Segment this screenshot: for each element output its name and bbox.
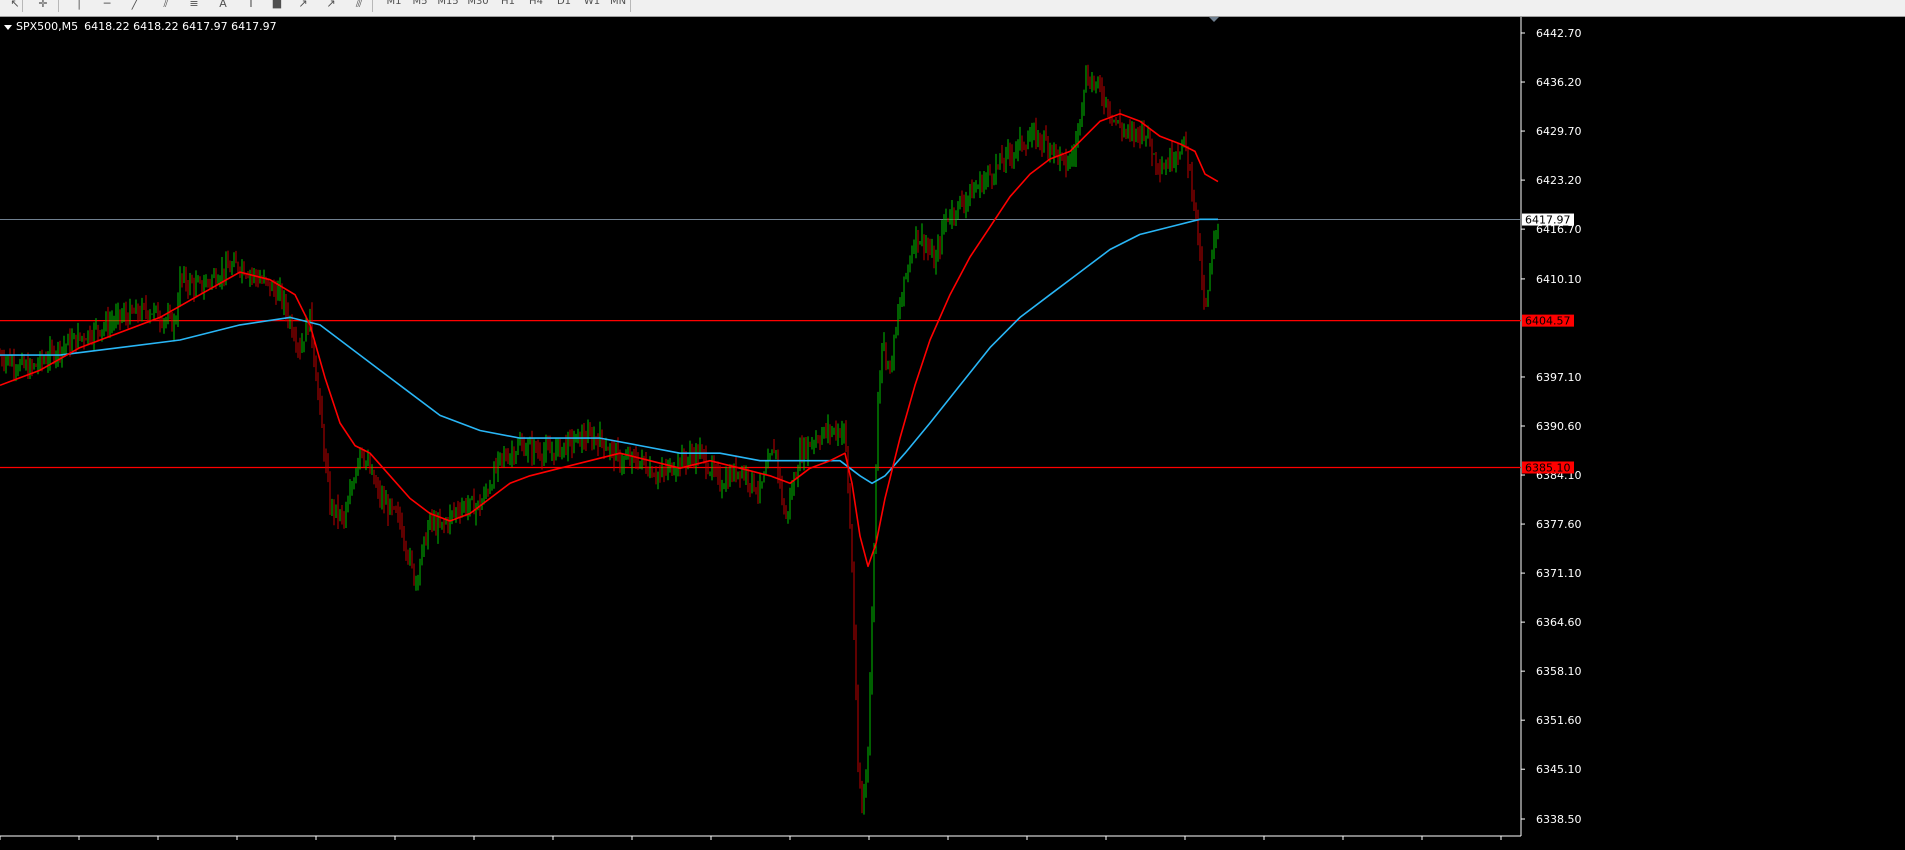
- gann-fan-tool[interactable]: ↗: [320, 0, 342, 11]
- text-tool[interactable]: A: [212, 0, 234, 11]
- trendline-tool[interactable]: ╱: [124, 0, 146, 11]
- crosshair-tool[interactable]: ✛: [32, 0, 54, 11]
- timeframe-m30[interactable]: M30: [462, 0, 494, 11]
- price-axis-label: 6351.60: [1536, 714, 1582, 727]
- price-chart[interactable]: 6442.706436.206429.706423.206416.706410.…: [0, 17, 1905, 850]
- price-axis-label: 6390.60: [1536, 420, 1582, 433]
- moving-average-slow[interactable]: [0, 218, 1218, 485]
- hline-price-label: 6385.10: [1525, 461, 1571, 474]
- price-axis-label: 6358.10: [1536, 665, 1582, 678]
- toolbar-separator: [58, 0, 59, 12]
- price-axis-label: 6338.50: [1536, 813, 1582, 826]
- toolbar-separator: [22, 0, 23, 12]
- equidistant-channel-tool[interactable]: ⫽: [155, 0, 177, 11]
- close-price: 6417.97: [231, 20, 277, 33]
- price-axis-label: 6345.10: [1536, 763, 1582, 776]
- price-axis-label: 6364.60: [1536, 616, 1582, 629]
- price-axis-label: 6371.10: [1536, 567, 1582, 580]
- toolbar-separator: [630, 0, 631, 12]
- chart-window[interactable]: 6442.70 6436.20 6429.70 6423.20 6416.70 6410.…: [0, 17, 1905, 850]
- toolbar-separator: [372, 0, 373, 12]
- open-price: 6418.22: [84, 20, 130, 33]
- fibonacci-fan-tool[interactable]: ⫻: [348, 0, 370, 11]
- toolbar: ↖ ✛ │ ─ ╱ ⫽ ≡ A T ■ ↗ ↗ ⫻ M1 M5 M15 M30 H1 H4 D1 W1 MN: [0, 0, 1905, 17]
- text-label-tool[interactable]: T: [240, 0, 262, 11]
- fibonacci-retracement-tool[interactable]: ≡: [183, 0, 205, 11]
- vertical-line-tool[interactable]: │: [68, 0, 90, 11]
- low-price: 6417.97: [182, 20, 228, 33]
- price-axis-label: 6397.10: [1536, 371, 1582, 384]
- timeframe-m15[interactable]: M15: [432, 0, 464, 11]
- current-price-label: 6417.97: [1525, 214, 1571, 227]
- hline-price-label: 6404.57: [1525, 315, 1571, 328]
- high-price: 6418.22: [133, 20, 179, 33]
- price-axis-label: 6410.10: [1536, 273, 1582, 286]
- price-axis-label: 6377.60: [1536, 518, 1582, 531]
- symbol-info: SPX500,M5 6418.22 6418.22 6417.97 6417.97: [4, 20, 277, 34]
- chart-shift-marker-icon[interactable]: [1209, 17, 1219, 22]
- collapse-triangle-icon[interactable]: [4, 24, 12, 30]
- symbol-name: SPX500,M5: [16, 20, 79, 33]
- horizontal-line-tool[interactable]: ─: [96, 0, 118, 11]
- price-axis-label: 6429.70: [1536, 125, 1582, 138]
- price-axis-label: 6436.20: [1536, 76, 1582, 89]
- price-axis-label: 6423.20: [1536, 174, 1582, 187]
- shapes-tool[interactable]: ■: [266, 0, 288, 11]
- arrows-tool[interactable]: ↗: [292, 0, 314, 11]
- price-axis-label: 6442.70: [1536, 27, 1582, 40]
